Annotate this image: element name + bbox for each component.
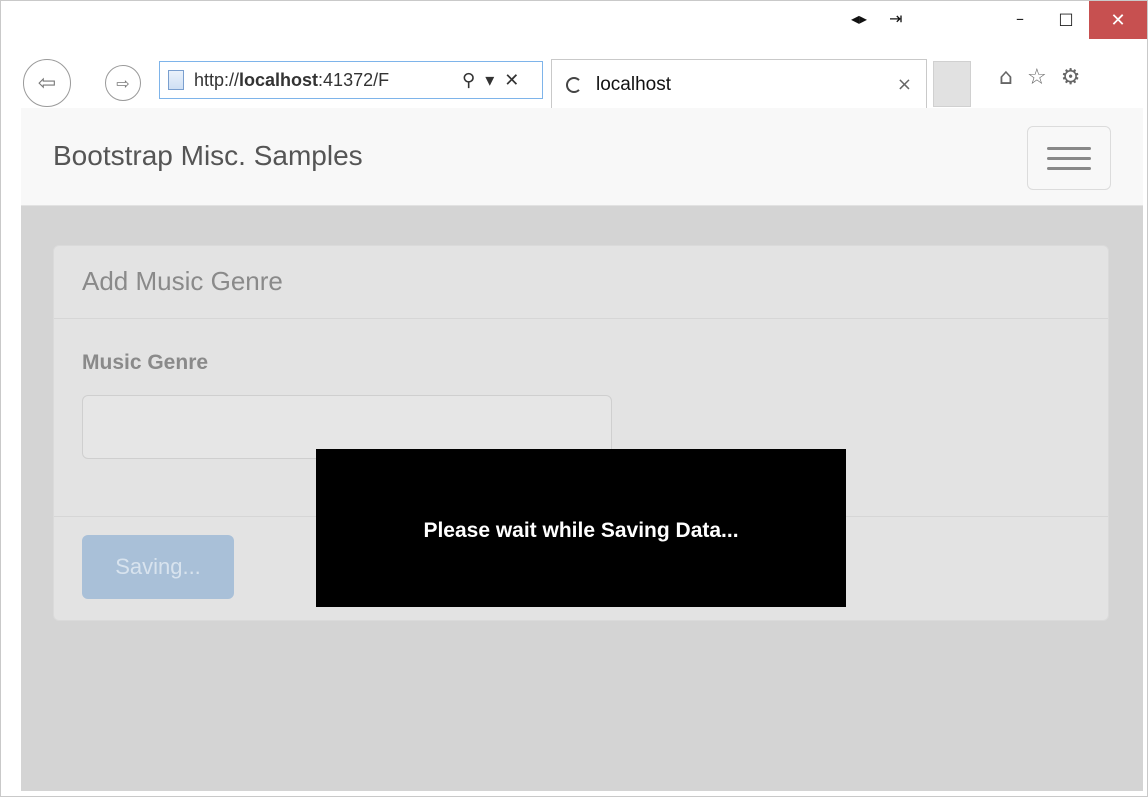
title-tools: ◂▸ ⇥ — [851, 9, 902, 28]
address-bar[interactable]: http://localhost:41372/F ⚲ ▾ ✕ — [159, 61, 543, 99]
browser-tools: ⌂ ☆ ⚙ — [999, 65, 1080, 90]
address-tools: ⚲ ▾ ✕ — [462, 70, 519, 91]
navbar-toggle-button[interactable] — [1027, 126, 1111, 190]
navbar: Bootstrap Misc. Samples — [21, 108, 1143, 206]
panel-heading: Add Music Genre — [54, 246, 1108, 319]
split-view-icon[interactable]: ◂▸ — [851, 9, 867, 28]
stop-icon[interactable]: ✕ — [504, 70, 519, 91]
close-window-button[interactable]: ✕ — [1089, 1, 1147, 39]
page-icon — [168, 70, 184, 90]
hamburger-line — [1047, 156, 1091, 160]
home-icon[interactable]: ⌂ — [999, 65, 1013, 90]
tab-close-button[interactable]: × — [897, 74, 912, 95]
new-tab-button[interactable] — [933, 61, 971, 107]
browser-window: ◂▸ ⇥ – □ ✕ ⇦ ⇨ http://localhost:41372/F … — [0, 0, 1148, 797]
saving-overlay: Please wait while Saving Data... — [316, 449, 846, 607]
url-host: localhost — [239, 69, 319, 90]
overlay-message: Please wait while Saving Data... — [423, 519, 739, 542]
url-prefix: http:// — [194, 69, 240, 90]
tab-title: localhost — [596, 73, 671, 95]
hamburger-line — [1047, 166, 1091, 170]
search-icon[interactable]: ⚲ — [462, 70, 475, 91]
settings-gear-icon[interactable]: ⚙ — [1061, 65, 1081, 90]
forward-button[interactable]: ⇨ — [105, 65, 141, 101]
caption-buttons: – □ ✕ — [997, 1, 1147, 41]
arrow-left-icon: ⇦ — [37, 70, 57, 96]
dropdown-icon[interactable]: ▾ — [485, 70, 494, 91]
url-rest: :41372/F — [318, 69, 390, 90]
hamburger-line — [1047, 146, 1091, 150]
loading-spinner-icon — [566, 76, 582, 93]
saving-button[interactable]: Saving... — [82, 535, 234, 599]
navbar-brand[interactable]: Bootstrap Misc. Samples — [53, 140, 363, 172]
music-genre-label: Music Genre — [82, 351, 209, 374]
page-viewport: Bootstrap Misc. Samples Add Music Genre … — [21, 108, 1143, 791]
reading-view-icon[interactable]: ⇥ — [889, 9, 902, 28]
minimize-button[interactable]: – — [997, 1, 1043, 35]
maximize-button[interactable]: □ — [1043, 1, 1089, 35]
arrow-right-icon: ⇨ — [116, 73, 130, 93]
url-text[interactable]: http://localhost:41372/F — [194, 70, 456, 91]
favorites-star-icon[interactable]: ☆ — [1027, 65, 1047, 90]
tab-localhost[interactable]: localhost × — [551, 59, 927, 109]
back-button[interactable]: ⇦ — [23, 59, 71, 107]
